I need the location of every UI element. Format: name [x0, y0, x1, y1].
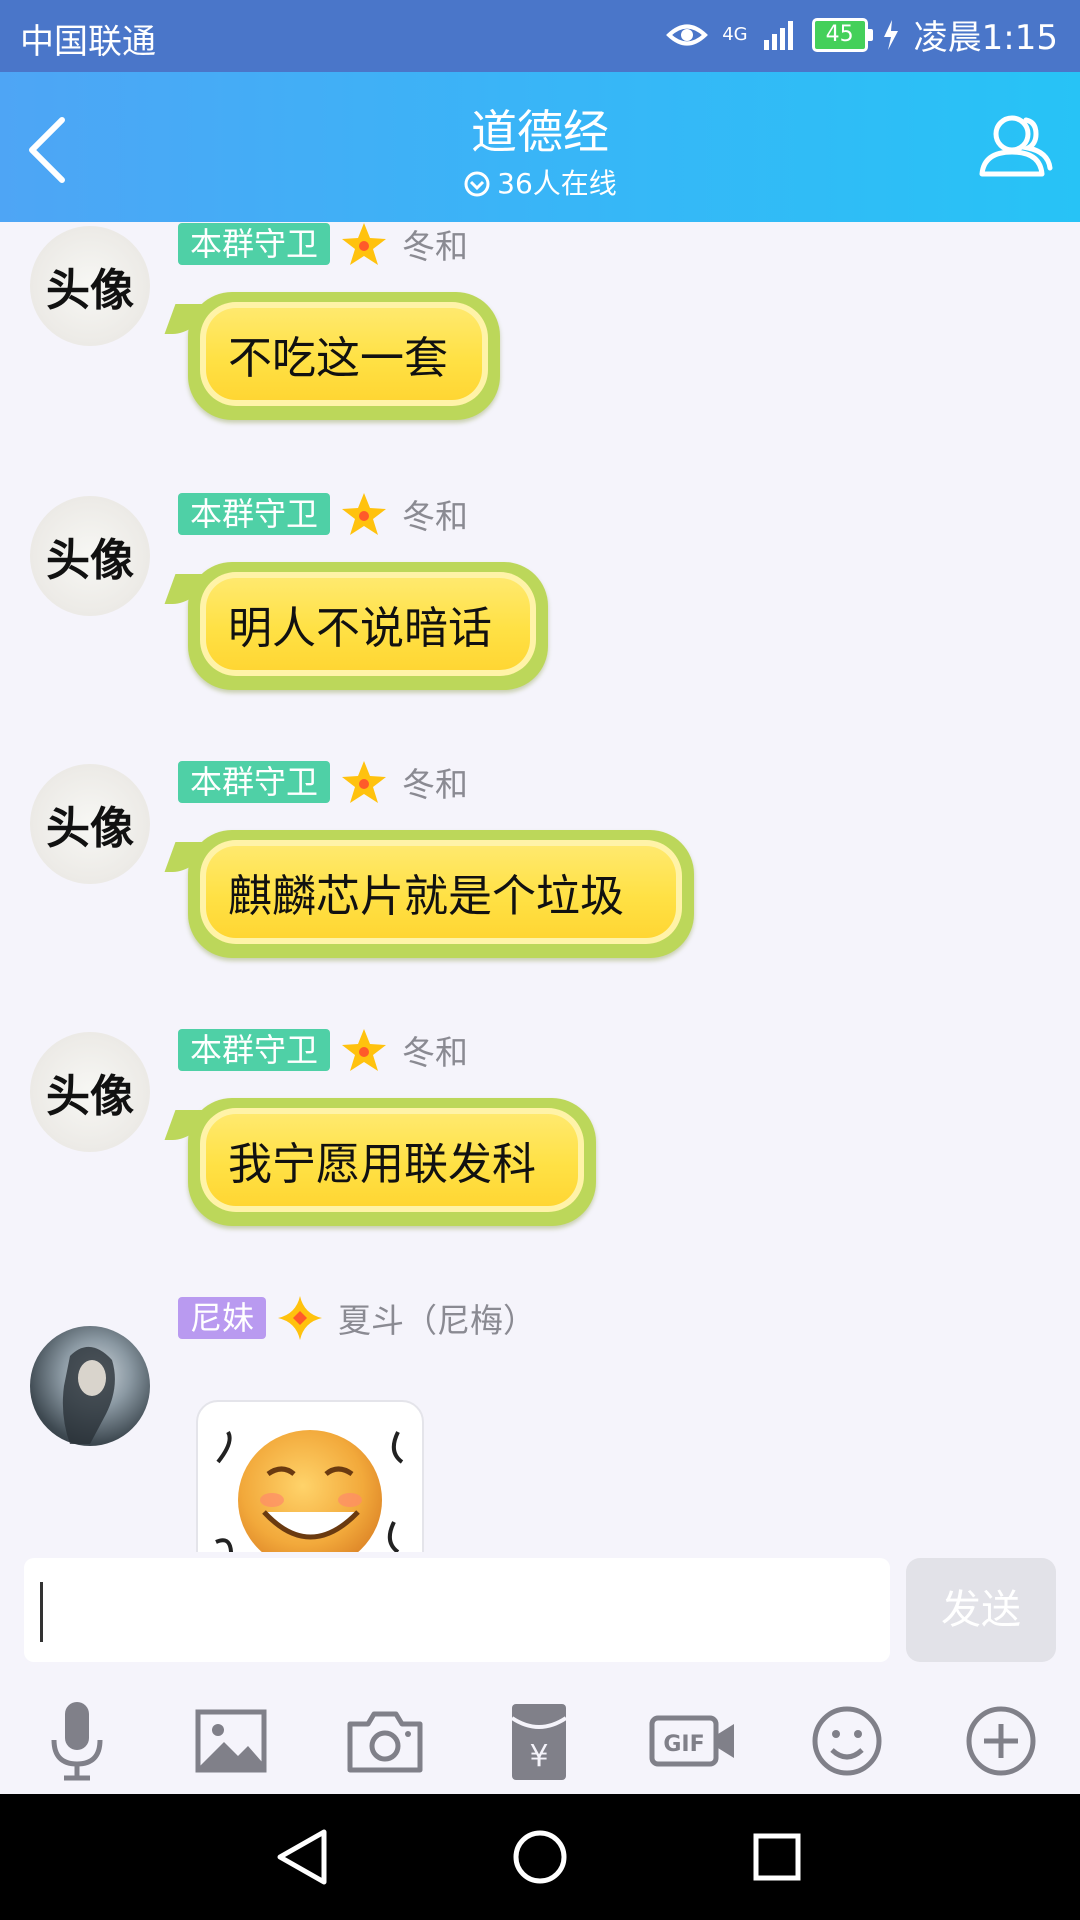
title-badge: 尼妹 — [178, 1297, 267, 1339]
message-bubble[interactable]: 我宁愿用联发科 — [188, 1098, 596, 1226]
eye-icon — [666, 24, 709, 45]
avatar[interactable]: 头像 — [30, 226, 150, 346]
online-count-label: 36人在线 — [497, 167, 617, 200]
text-caret — [40, 1582, 43, 1642]
svg-text:GIF: GIF — [663, 1732, 704, 1757]
chat-header: 道德经 36人在线 — [0, 72, 1080, 222]
diamond-star-icon — [278, 1296, 323, 1340]
home-circle-icon[interactable] — [505, 1822, 575, 1892]
avatar[interactable]: 头像 — [30, 496, 150, 616]
status-icons: 4G 45 凌晨1:15 — [666, 10, 1058, 59]
sender-meta: 本群守卫 冬和 — [178, 1028, 468, 1072]
star-icon — [342, 223, 387, 265]
sender-meta: 尼妹 夏斗（尼梅） — [178, 1296, 536, 1340]
chat-list[interactable]: 头像 本群守卫 冬和 不吃这一套 头像 本群守卫 冬和 明人不说暗话 头像 本群… — [0, 222, 1080, 1552]
sticker-image[interactable] — [196, 1400, 424, 1552]
sender-name[interactable]: 夏斗（尼梅） — [338, 1294, 536, 1342]
signal-icon — [763, 20, 793, 50]
star-icon — [342, 1029, 387, 1071]
sender-meta: 本群守卫 冬和 — [178, 760, 468, 804]
gif-icon[interactable]: GIF — [648, 1696, 738, 1786]
role-badge: 本群守卫 — [178, 1029, 331, 1071]
image-icon[interactable] — [186, 1696, 276, 1786]
message-text: 不吃这一套 — [206, 308, 482, 400]
battery-icon: 45 — [811, 17, 873, 52]
input-toolbar: ¥ GIF — [0, 1682, 1080, 1794]
smiley-sticker — [215, 1430, 404, 1552]
sender-name[interactable]: 冬和 — [402, 222, 468, 268]
status-bar: 中国联通 4G 45 凌晨1:15 — [0, 0, 1080, 72]
sender-meta: 本群守卫 冬和 — [178, 492, 468, 536]
group-members-icon[interactable] — [974, 106, 1054, 186]
system-nav-bar — [0, 1794, 1080, 1920]
microphone-icon[interactable] — [32, 1696, 122, 1786]
chevron-down-circle-icon — [464, 171, 490, 197]
charging-icon — [883, 19, 898, 50]
portrait-image — [62, 1346, 115, 1444]
sender-name[interactable]: 冬和 — [402, 758, 468, 806]
role-badge: 本群守卫 — [178, 223, 331, 265]
role-badge: 本群守卫 — [178, 493, 331, 535]
recents-square-icon[interactable] — [742, 1822, 812, 1892]
network-type: 4G — [722, 23, 748, 45]
input-bar: 发送 — [0, 1552, 1080, 1682]
send-button[interactable]: 发送 — [906, 1558, 1056, 1662]
group-title[interactable]: 道德经 — [0, 96, 1080, 162]
star-icon — [342, 493, 387, 535]
plus-icon[interactable] — [956, 1696, 1046, 1786]
svg-text:¥: ¥ — [529, 1739, 548, 1774]
back-triangle-icon[interactable] — [268, 1822, 338, 1892]
message-bubble[interactable]: 麒麟芯片就是个垃圾 — [188, 830, 694, 958]
avatar[interactable] — [30, 1326, 150, 1446]
red-packet-icon[interactable]: ¥ — [494, 1696, 584, 1786]
clock: 凌晨1:15 — [913, 18, 1058, 58]
avatar[interactable]: 头像 — [30, 764, 150, 884]
avatar[interactable]: 头像 — [30, 1032, 150, 1152]
message-bubble[interactable]: 不吃这一套 — [188, 292, 500, 420]
star-icon — [342, 761, 387, 803]
camera-icon[interactable] — [340, 1696, 430, 1786]
message-text: 明人不说暗话 — [206, 578, 530, 670]
sender-name[interactable]: 冬和 — [402, 490, 468, 538]
message-text: 麒麟芯片就是个垃圾 — [206, 846, 676, 938]
battery-level: 45 — [825, 21, 854, 47]
role-badge: 本群守卫 — [178, 761, 331, 803]
message-bubble[interactable]: 明人不说暗话 — [188, 562, 548, 690]
carrier-label: 中国联通 — [20, 22, 156, 62]
message-text: 我宁愿用联发科 — [206, 1114, 578, 1206]
sender-name[interactable]: 冬和 — [402, 1026, 468, 1074]
sender-meta: 本群守卫 冬和 — [178, 222, 468, 266]
message-input[interactable] — [24, 1558, 890, 1662]
online-count[interactable]: 36人在线 — [0, 162, 1080, 202]
emoji-icon[interactable] — [802, 1696, 892, 1786]
